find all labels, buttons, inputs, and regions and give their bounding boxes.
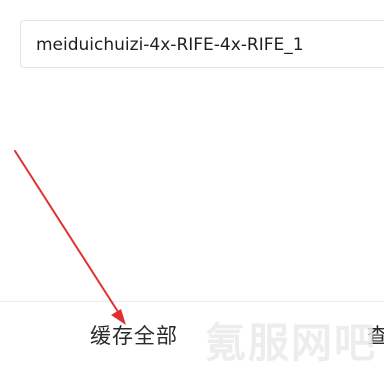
name-field[interactable]: meiduichuizi-4x-RIFE-4x-RIFE_1	[20, 20, 384, 68]
bottom-action-bar	[0, 302, 384, 367]
cache-all-button[interactable]: 缓存全部	[90, 320, 178, 350]
next-action-button[interactable]: 查	[367, 320, 384, 350]
page: meiduichuizi-4x-RIFE-4x-RIFE_1 缓存全部 查 氪服…	[0, 0, 384, 367]
arrow-shaft	[14, 150, 123, 319]
